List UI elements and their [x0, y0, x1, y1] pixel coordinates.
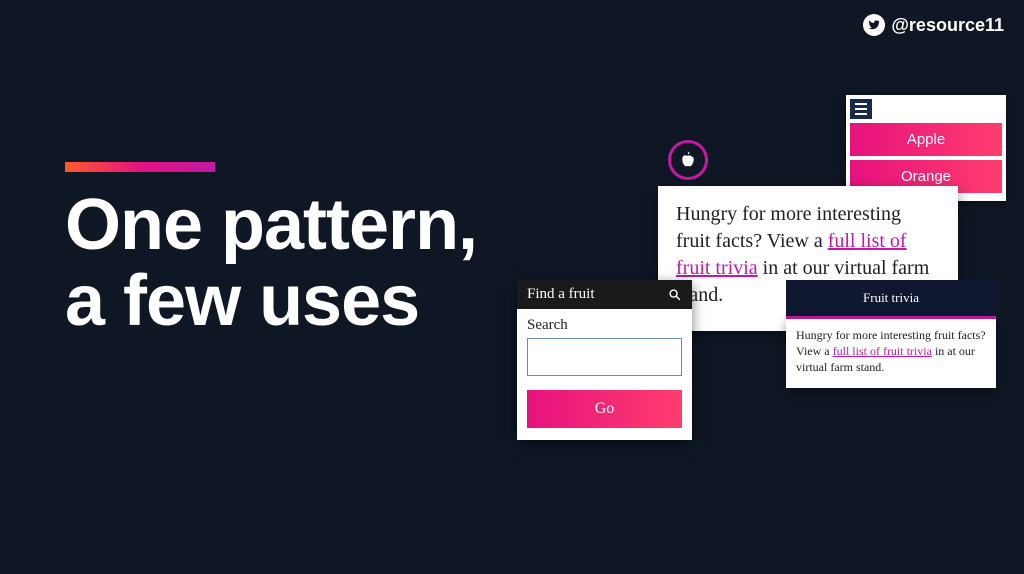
hamburger-icon[interactable]	[850, 99, 872, 119]
trivia-mini: Fruit trivia Hungry for more interesting…	[786, 280, 996, 388]
trivia-mini-link[interactable]: full list of fruit trivia	[833, 344, 932, 358]
title-line-2: a few uses	[65, 261, 419, 341]
trivia-mini-bar[interactable]: Fruit trivia	[786, 280, 996, 319]
trivia-mini-body: Hungry for more interesting fruit facts?…	[786, 319, 996, 388]
search-body: Search Go	[517, 309, 692, 440]
accent-bar	[65, 162, 215, 172]
search-label: Search	[527, 317, 682, 334]
search-widget: Find a fruit Search Go	[517, 280, 692, 440]
slide-title: One pattern, a few uses	[65, 188, 477, 339]
search-header-label: Find a fruit	[527, 286, 595, 303]
twitter-icon	[863, 14, 885, 36]
menu-item-apple[interactable]: Apple	[850, 123, 1002, 156]
search-icon	[668, 288, 682, 302]
twitter-handle: @resource11	[863, 14, 1004, 36]
twitter-handle-text: @resource11	[891, 15, 1004, 36]
title-line-1: One pattern,	[65, 185, 477, 265]
search-header: Find a fruit	[517, 280, 692, 309]
go-button[interactable]: Go	[527, 390, 682, 428]
apple-icon	[668, 140, 708, 180]
search-input[interactable]	[527, 338, 682, 376]
